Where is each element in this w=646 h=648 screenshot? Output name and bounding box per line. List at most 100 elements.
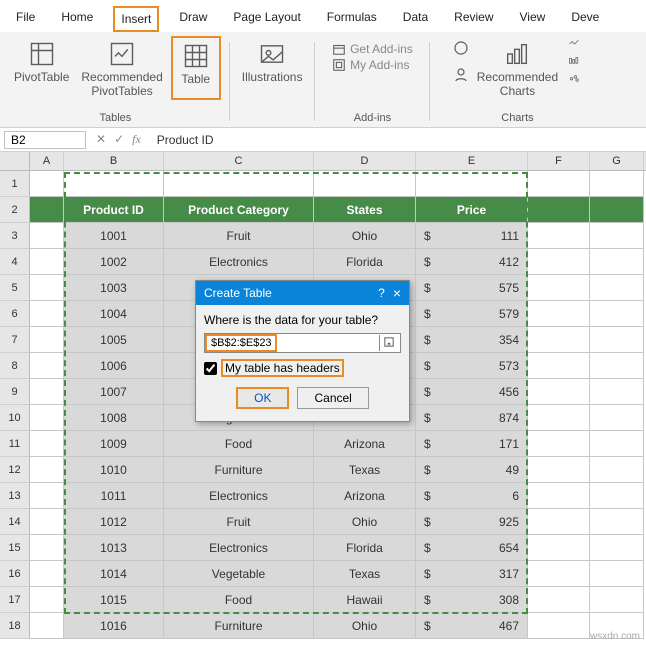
tab-file[interactable]: File [10,6,41,32]
cell[interactable] [30,301,64,327]
cell[interactable] [590,587,644,613]
chart-gallery-icon[interactable] [566,38,582,52]
cell[interactable] [590,301,644,327]
cell[interactable] [528,353,590,379]
cell[interactable] [164,171,314,197]
cell[interactable] [590,171,644,197]
cell[interactable]: 1002 [64,249,164,275]
col-header-c[interactable]: C [164,152,314,170]
tab-data[interactable]: Data [397,6,434,32]
row-header[interactable]: 15 [0,535,30,561]
cell[interactable]: 1007 [64,379,164,405]
row-header[interactable]: 10 [0,405,30,431]
headers-checkbox[interactable] [204,362,217,375]
cell[interactable]: 1016 [64,613,164,639]
row-header[interactable]: 4 [0,249,30,275]
get-addins-button[interactable]: Get Add-ins [332,42,413,56]
cell[interactable] [590,535,644,561]
cell[interactable]: Arizona [314,431,416,457]
row-header[interactable]: 3 [0,223,30,249]
cell[interactable] [528,483,590,509]
cell[interactable]: Furniture [164,613,314,639]
row-header[interactable]: 17 [0,587,30,613]
cell[interactable]: $456 [416,379,528,405]
cell[interactable] [528,275,590,301]
col-header-d[interactable]: D [314,152,416,170]
cell[interactable]: Price [416,197,528,223]
cell[interactable]: $467 [416,613,528,639]
cell[interactable] [30,379,64,405]
enter-icon[interactable]: ✓ [114,132,124,147]
cell[interactable]: 1013 [64,535,164,561]
cell[interactable] [30,431,64,457]
cell[interactable] [590,483,644,509]
range-input[interactable] [205,334,277,352]
cell[interactable] [528,171,590,197]
cell[interactable] [30,249,64,275]
cell[interactable]: Hawaii [314,587,416,613]
cell[interactable] [528,561,590,587]
cell[interactable]: 1005 [64,327,164,353]
tab-page-layout[interactable]: Page Layout [227,6,306,32]
row-header[interactable]: 12 [0,457,30,483]
cell[interactable]: $579 [416,301,528,327]
people-graph-icon[interactable] [453,67,469,86]
cell[interactable] [590,379,644,405]
cell[interactable]: Texas [314,457,416,483]
cell[interactable]: $111 [416,223,528,249]
chart-gallery-icon[interactable] [566,56,582,70]
cell[interactable]: Ohio [314,509,416,535]
cell[interactable] [528,223,590,249]
bing-maps-icon[interactable] [453,40,469,59]
cell[interactable] [528,431,590,457]
cell[interactable]: 1008 [64,405,164,431]
cell[interactable]: Ohio [314,613,416,639]
cell[interactable] [590,457,644,483]
illustrations-button[interactable]: Illustrations [238,36,307,86]
cell[interactable] [416,171,528,197]
cell[interactable] [590,275,644,301]
cell[interactable]: 1009 [64,431,164,457]
cell[interactable]: $573 [416,353,528,379]
cell[interactable]: $308 [416,587,528,613]
cell[interactable]: Arizona [314,483,416,509]
cell[interactable]: $575 [416,275,528,301]
cell[interactable] [30,483,64,509]
chart-gallery-icon[interactable] [566,74,582,88]
ok-button[interactable]: OK [236,387,289,409]
cell[interactable]: $317 [416,561,528,587]
col-header-g[interactable]: G [590,152,644,170]
cell[interactable] [590,431,644,457]
row-header[interactable]: 7 [0,327,30,353]
cell[interactable]: Ohio [314,223,416,249]
cancel-button[interactable]: Cancel [297,387,368,409]
table-button[interactable]: Table [171,36,221,100]
pivottable-button[interactable]: PivotTable [10,36,73,100]
row-header[interactable]: 2 [0,197,30,223]
cell[interactable]: $874 [416,405,528,431]
row-header[interactable]: 6 [0,301,30,327]
cell[interactable]: Florida [314,249,416,275]
select-all-corner[interactable] [0,152,30,170]
cell[interactable] [30,561,64,587]
cell[interactable]: $925 [416,509,528,535]
col-header-e[interactable]: E [416,152,528,170]
row-header[interactable]: 9 [0,379,30,405]
cell[interactable] [30,405,64,431]
tab-view[interactable]: View [514,6,552,32]
cell[interactable]: 1001 [64,223,164,249]
cell[interactable] [528,197,590,223]
cell[interactable]: Product ID [64,197,164,223]
cell[interactable]: $654 [416,535,528,561]
cell[interactable]: $171 [416,431,528,457]
tab-formulas[interactable]: Formulas [321,6,383,32]
recommended-charts-button[interactable]: Recommended Charts [473,36,562,100]
help-icon[interactable]: ? [378,286,385,300]
dialog-titlebar[interactable]: Create Table ? × [196,281,409,305]
cell[interactable]: Electronics [164,535,314,561]
cell[interactable]: Product Category [164,197,314,223]
recommended-pivottables-button[interactable]: Recommended PivotTables [77,36,166,100]
cell[interactable] [30,353,64,379]
cell[interactable] [30,275,64,301]
cell[interactable] [30,457,64,483]
